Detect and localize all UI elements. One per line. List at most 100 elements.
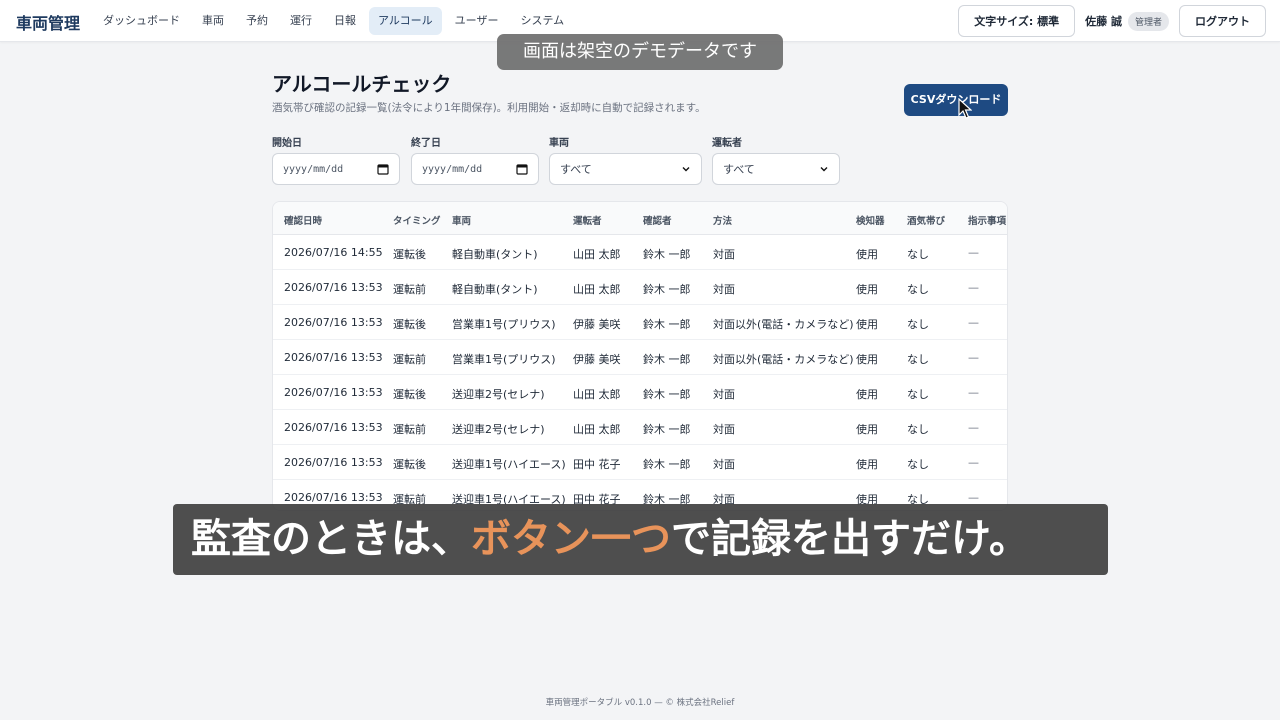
table-row[interactable]: 2026/07/16 13:53 運転後 送迎車2号(セレナ) 山田 太郎 鈴木 一郎 対… — [273, 375, 1007, 410]
cell-driver: 伊藤 美咲 — [573, 353, 621, 366]
vehicle-select-value: すべて — [560, 163, 592, 176]
col-driver[interactable]: 運転者 — [573, 213, 602, 227]
cell-detector: 使用 — [856, 248, 878, 261]
cell-vehicle: 送迎車2号(セレナ) — [452, 423, 545, 436]
cell-instructions: — — [968, 456, 979, 469]
cell-instructions: — — [968, 316, 979, 329]
nav-vehicles[interactable]: 車両 — [193, 7, 233, 35]
cell-vehicle: 営業車1号(プリウス) — [452, 353, 556, 366]
role-badge: 管理者 — [1127, 11, 1169, 31]
cell-intoxication: なし — [907, 283, 929, 296]
cell-checked-at: 2026/07/16 13:53 — [284, 491, 383, 504]
col-detector[interactable]: 検知器 — [856, 213, 885, 227]
table-row[interactable]: 2026/07/16 13:53 運転前 送迎車2号(セレナ) 山田 太郎 鈴木 一郎 対… — [273, 410, 1007, 445]
footer-text: 車両管理ポータブル v0.1.0 — © 株式会社Relief — [545, 698, 735, 708]
csv-download-button[interactable]: CSVダウンロード — [904, 84, 1008, 116]
vehicle-filter-label: 車両 — [549, 138, 569, 149]
nav-system[interactable]: システム — [511, 7, 573, 35]
cell-method: 対面 — [713, 423, 735, 436]
col-timing[interactable]: タイミング — [393, 213, 441, 227]
cell-checked-at: 2026/07/16 13:53 — [284, 316, 383, 329]
cell-driver: 山田 太郎 — [573, 283, 621, 296]
subtitle-text-before: 監査のときは、 — [191, 516, 471, 562]
cell-timing: 運転前 — [393, 353, 426, 366]
table-row[interactable]: 2026/07/16 13:53 運転後 送迎車1号(ハイエース) 田中 花子 鈴木 一… — [273, 445, 1007, 480]
driver-select[interactable]: すべて — [712, 153, 840, 185]
brand-title[interactable]: 車両管理 — [16, 10, 80, 34]
vehicle-select[interactable]: すべて — [549, 153, 702, 185]
cell-method: 対面 — [713, 283, 735, 296]
col-checked-at[interactable]: 確認日時 — [284, 213, 322, 227]
nav-operations[interactable]: 運行 — [281, 7, 321, 35]
start-date-label: 開始日 — [272, 138, 302, 149]
cell-instructions: — — [968, 386, 979, 399]
cell-checked-at: 2026/07/16 13:53 — [284, 421, 383, 434]
nav-reservations[interactable]: 予約 — [237, 7, 277, 35]
col-instructions[interactable]: 指示事項 — [968, 213, 1006, 227]
cell-checked-at: 2026/07/16 13:53 — [284, 281, 383, 294]
chevron-down-icon — [682, 167, 690, 172]
cell-driver: 山田 太郎 — [573, 388, 621, 401]
table-row[interactable]: 2026/07/16 14:55 運転後 軽自動車(タント) 山田 太郎 鈴木 一郎 対面… — [273, 235, 1007, 270]
col-method[interactable]: 方法 — [713, 213, 732, 227]
cell-vehicle: 軽自動車(タント) — [452, 248, 538, 261]
cell-vehicle: 営業車1号(プリウス) — [452, 318, 556, 331]
table-header: 確認日時 タイミング 車両 運転者 確認者 方法 検知器 酒気帯び 指示事項 — [273, 202, 1007, 235]
start-date-placeholder: yyyy/mm/dd — [283, 163, 344, 175]
col-checker[interactable]: 確認者 — [643, 213, 672, 227]
nav-dashboard[interactable]: ダッシュボード — [94, 7, 189, 35]
end-date-label: 終了日 — [411, 138, 441, 149]
cell-method: 対面 — [713, 388, 735, 401]
cell-intoxication: なし — [907, 458, 929, 471]
cell-method: 対面以外(電話・カメラなど) — [713, 353, 854, 366]
nav-users[interactable]: ユーザー — [446, 7, 508, 35]
cell-method: 対面以外(電話・カメラなど) — [713, 318, 854, 331]
cell-method: 対面 — [713, 458, 735, 471]
nav-daily-report[interactable]: 日報 — [325, 7, 365, 35]
mouse-cursor-icon — [958, 98, 972, 119]
cell-timing: 運転後 — [393, 248, 426, 261]
page-title: アルコールチェック — [272, 72, 452, 96]
col-intoxication[interactable]: 酒気帯び — [907, 213, 945, 227]
cell-detector: 使用 — [856, 458, 878, 471]
nav-alcohol[interactable]: アルコール — [369, 7, 442, 35]
chevron-down-icon — [820, 167, 828, 172]
cell-vehicle: 軽自動車(タント) — [452, 283, 538, 296]
page-description: 酒気帯び確認の記録一覧(法令により1年間保存)。利用開始・返却時に自動で記録され… — [272, 102, 706, 114]
cell-instructions: — — [968, 246, 979, 259]
cell-intoxication: なし — [907, 353, 929, 366]
main-nav: ダッシュボード 車両 予約 運行 日報 アルコール ユーザー システム — [94, 7, 573, 35]
video-subtitle: 監査のときは、ボタン一つで記録を出すだけ。 — [173, 504, 1108, 575]
logout-button[interactable]: ログアウト — [1179, 5, 1266, 37]
cell-driver: 伊藤 美咲 — [573, 318, 621, 331]
cell-checker: 鈴木 一郎 — [643, 423, 691, 436]
cell-vehicle: 送迎車1号(ハイエース) — [452, 458, 566, 471]
cell-checker: 鈴木 一郎 — [643, 458, 691, 471]
cell-checked-at: 2026/07/16 14:55 — [284, 246, 383, 259]
cell-instructions: — — [968, 421, 979, 434]
demo-data-badge: 画面は架空のデモデータです — [497, 34, 783, 70]
cell-instructions: — — [968, 491, 979, 504]
driver-filter-label: 運転者 — [712, 138, 742, 149]
cell-detector: 使用 — [856, 283, 878, 296]
cell-detector: 使用 — [856, 388, 878, 401]
cell-instructions: — — [968, 351, 979, 364]
subtitle-text-after: で記録を出すだけ。 — [671, 516, 1029, 562]
table-row[interactable]: 2026/07/16 13:53 運転前 営業車1号(プリウス) 伊藤 美咲 鈴木 一郎… — [273, 340, 1007, 375]
cell-checker: 鈴木 一郎 — [643, 248, 691, 261]
start-date-input[interactable]: yyyy/mm/dd — [272, 153, 400, 185]
cell-driver: 山田 太郎 — [573, 248, 621, 261]
cell-checker: 鈴木 一郎 — [643, 388, 691, 401]
col-vehicle[interactable]: 車両 — [452, 213, 471, 227]
cell-detector: 使用 — [856, 353, 878, 366]
cell-intoxication: なし — [907, 248, 929, 261]
cell-checked-at: 2026/07/16 13:53 — [284, 386, 383, 399]
alcohol-check-table: 確認日時 タイミング 車両 運転者 確認者 方法 検知器 酒気帯び 指示事項 2… — [272, 201, 1008, 511]
cell-intoxication: なし — [907, 318, 929, 331]
table-row[interactable]: 2026/07/16 13:53 運転後 営業車1号(プリウス) 伊藤 美咲 鈴木 一郎… — [273, 305, 1007, 340]
cell-checked-at: 2026/07/16 13:53 — [284, 456, 383, 469]
end-date-input[interactable]: yyyy/mm/dd — [411, 153, 539, 185]
font-size-button[interactable]: 文字サイズ: 標準 — [958, 5, 1076, 37]
driver-select-value: すべて — [723, 163, 755, 176]
table-row[interactable]: 2026/07/16 13:53 運転前 軽自動車(タント) 山田 太郎 鈴木 一郎 対面… — [273, 270, 1007, 305]
